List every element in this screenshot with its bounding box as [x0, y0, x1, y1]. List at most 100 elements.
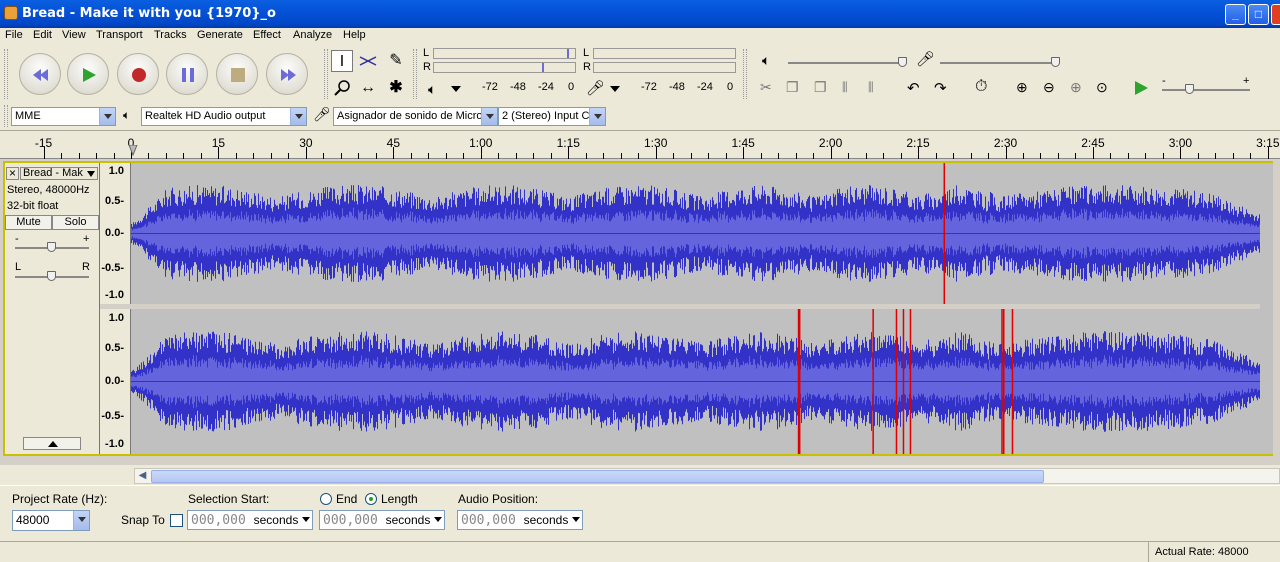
toolbar-grip[interactable]	[4, 105, 8, 127]
snap-to-checkbox[interactable]	[170, 514, 183, 527]
play-speed-slider[interactable]	[1162, 89, 1250, 91]
speaker-icon[interactable]: 🔈︎	[428, 81, 436, 98]
ruler-label: 30	[299, 136, 313, 150]
paste-icon[interactable]: ❐	[814, 79, 827, 96]
menu-tracks[interactable]: Tracks	[154, 29, 187, 41]
toolbar-grip[interactable]	[743, 49, 747, 99]
track-right-margin	[1260, 163, 1273, 454]
draw-tool-icon[interactable]: ✎	[385, 50, 407, 72]
scale-label: -1.0	[105, 289, 124, 301]
trim-icon[interactable]: ⫼	[842, 80, 848, 95]
output-device-select[interactable]: Realtek HD Audio output	[141, 107, 307, 126]
timeline-ruler[interactable]: -15 0 15 30 45 1:00 1:15 1:30 1:45 2:00 2:15 2:30 2:…	[0, 131, 1280, 159]
microphone-icon[interactable]: 🎤︎	[586, 79, 605, 97]
audio-host-select[interactable]: MME	[11, 107, 116, 126]
minimize-button[interactable]: _	[1225, 4, 1246, 25]
fit-selection-icon[interactable]: ⊕	[1070, 79, 1082, 96]
solo-button[interactable]: Solo	[52, 215, 99, 230]
menu-transport[interactable]: Transport	[96, 29, 143, 41]
envelope-tool-icon[interactable]	[357, 50, 379, 72]
play-button[interactable]	[67, 53, 109, 95]
end-radio[interactable]	[320, 493, 332, 505]
sync-lock-icon[interactable]: ⏱︎	[975, 78, 987, 96]
toolbar-grip[interactable]	[413, 49, 417, 99]
input-channels-value: 2 (Stereo) Input C	[502, 110, 590, 122]
undo-icon[interactable]: ↶	[907, 79, 920, 97]
track-control-panel: × Bread - Mak Stereo, 48000Hz 32-bit flo…	[5, 163, 100, 454]
output-volume-slider[interactable]	[788, 62, 906, 64]
menu-file[interactable]: File	[5, 29, 23, 41]
horizontal-scrollbar[interactable]: ◀	[134, 468, 1280, 484]
scrollbar-thumb[interactable]	[151, 470, 1044, 483]
redo-icon[interactable]: ↷	[934, 79, 947, 97]
menu-view[interactable]: View	[62, 29, 86, 41]
time-shift-tool-icon[interactable]: ↔	[357, 77, 379, 99]
selection-end-field[interactable]: 000,000 seconds	[319, 510, 445, 530]
zoom-in-icon[interactable]: ⊕	[1016, 79, 1028, 96]
meter-right-label: R	[423, 61, 431, 73]
scroll-left-icon[interactable]: ◀	[135, 469, 150, 483]
pause-button[interactable]	[166, 53, 208, 95]
menu-help[interactable]: Help	[343, 29, 366, 41]
silence-icon[interactable]: ⫼	[868, 80, 874, 95]
pan-slider-thumb[interactable]	[47, 271, 56, 281]
collapse-track-button[interactable]	[23, 437, 81, 450]
scale-label: -1.0	[105, 438, 124, 450]
maximize-button[interactable]: □	[1248, 4, 1269, 25]
skip-to-end-button[interactable]	[266, 53, 308, 95]
input-volume-slider[interactable]	[940, 62, 1058, 64]
waveform-right-channel[interactable]	[131, 309, 1260, 454]
playback-tick-48: -48	[510, 81, 526, 93]
zoom-out-icon[interactable]: ⊖	[1043, 79, 1055, 96]
project-rate-label: Project Rate (Hz):	[12, 492, 108, 506]
input-device-icon: 🎤︎	[313, 106, 331, 122]
toolbar-grip[interactable]	[4, 49, 8, 99]
audio-host-value: MME	[15, 110, 41, 122]
stop-button[interactable]	[216, 53, 258, 95]
ruler-label: 1:30	[644, 136, 668, 150]
menu-effect[interactable]: Effect	[253, 29, 281, 41]
zoom-tool-icon[interactable]	[331, 77, 353, 99]
fit-project-icon[interactable]: ⊙	[1096, 79, 1108, 96]
track-info-format: 32-bit float	[7, 200, 59, 212]
input-channels-select[interactable]: 2 (Stereo) Input C	[498, 107, 606, 126]
menu-generate[interactable]: Generate	[197, 29, 243, 41]
menu-edit[interactable]: Edit	[33, 29, 52, 41]
pause-icon	[182, 68, 194, 82]
skip-to-start-button[interactable]	[19, 53, 61, 95]
playback-meter-dropdown[interactable]	[451, 86, 461, 92]
track-name-menu[interactable]: Bread - Mak	[20, 167, 98, 180]
selection-start-field[interactable]: 000,000 seconds	[187, 510, 313, 530]
multi-tool-icon[interactable]: ✱	[385, 77, 407, 99]
mute-button[interactable]: Mute	[5, 215, 52, 230]
selection-tool-icon[interactable]: I	[331, 50, 353, 72]
track-close-button[interactable]: ×	[6, 167, 19, 180]
input-volume-thumb[interactable]	[1051, 57, 1060, 67]
length-radio[interactable]	[365, 493, 377, 505]
waveform-left-channel[interactable]	[131, 163, 1260, 304]
ruler-label: 2:45	[1081, 136, 1105, 150]
play-speed-thumb[interactable]	[1185, 84, 1194, 94]
ruler-label: 1:15	[556, 136, 580, 150]
record-meter-right-label: R	[583, 61, 591, 73]
playback-meter-right	[433, 62, 576, 73]
input-device-select[interactable]: Asignador de sonido de Micros	[333, 107, 498, 126]
playback-tick-0: 0	[568, 81, 575, 93]
record-meter-dropdown[interactable]	[610, 86, 620, 92]
menu-analyze[interactable]: Analyze	[293, 29, 332, 41]
audio-position-field[interactable]: 000,000 seconds	[457, 510, 583, 530]
ruler-label: 45	[386, 136, 401, 150]
play-at-speed-icon[interactable]	[1133, 80, 1149, 96]
project-rate-select[interactable]: 48000	[12, 510, 90, 531]
cut-icon[interactable]: ✂	[760, 79, 772, 96]
record-tick-48: -48	[669, 81, 685, 93]
toolbar-grip[interactable]	[324, 49, 328, 99]
vertical-scale-right: 1.0 0.5- 0.0- -0.5- -1.0	[100, 309, 131, 454]
record-button[interactable]	[117, 53, 159, 95]
copy-icon[interactable]: ❐	[786, 79, 799, 96]
record-tick-24: -24	[697, 81, 713, 93]
close-button[interactable]	[1271, 4, 1280, 25]
gain-slider-thumb[interactable]	[47, 242, 56, 252]
playback-tick-72: -72	[482, 81, 498, 93]
output-volume-thumb[interactable]	[898, 57, 907, 67]
